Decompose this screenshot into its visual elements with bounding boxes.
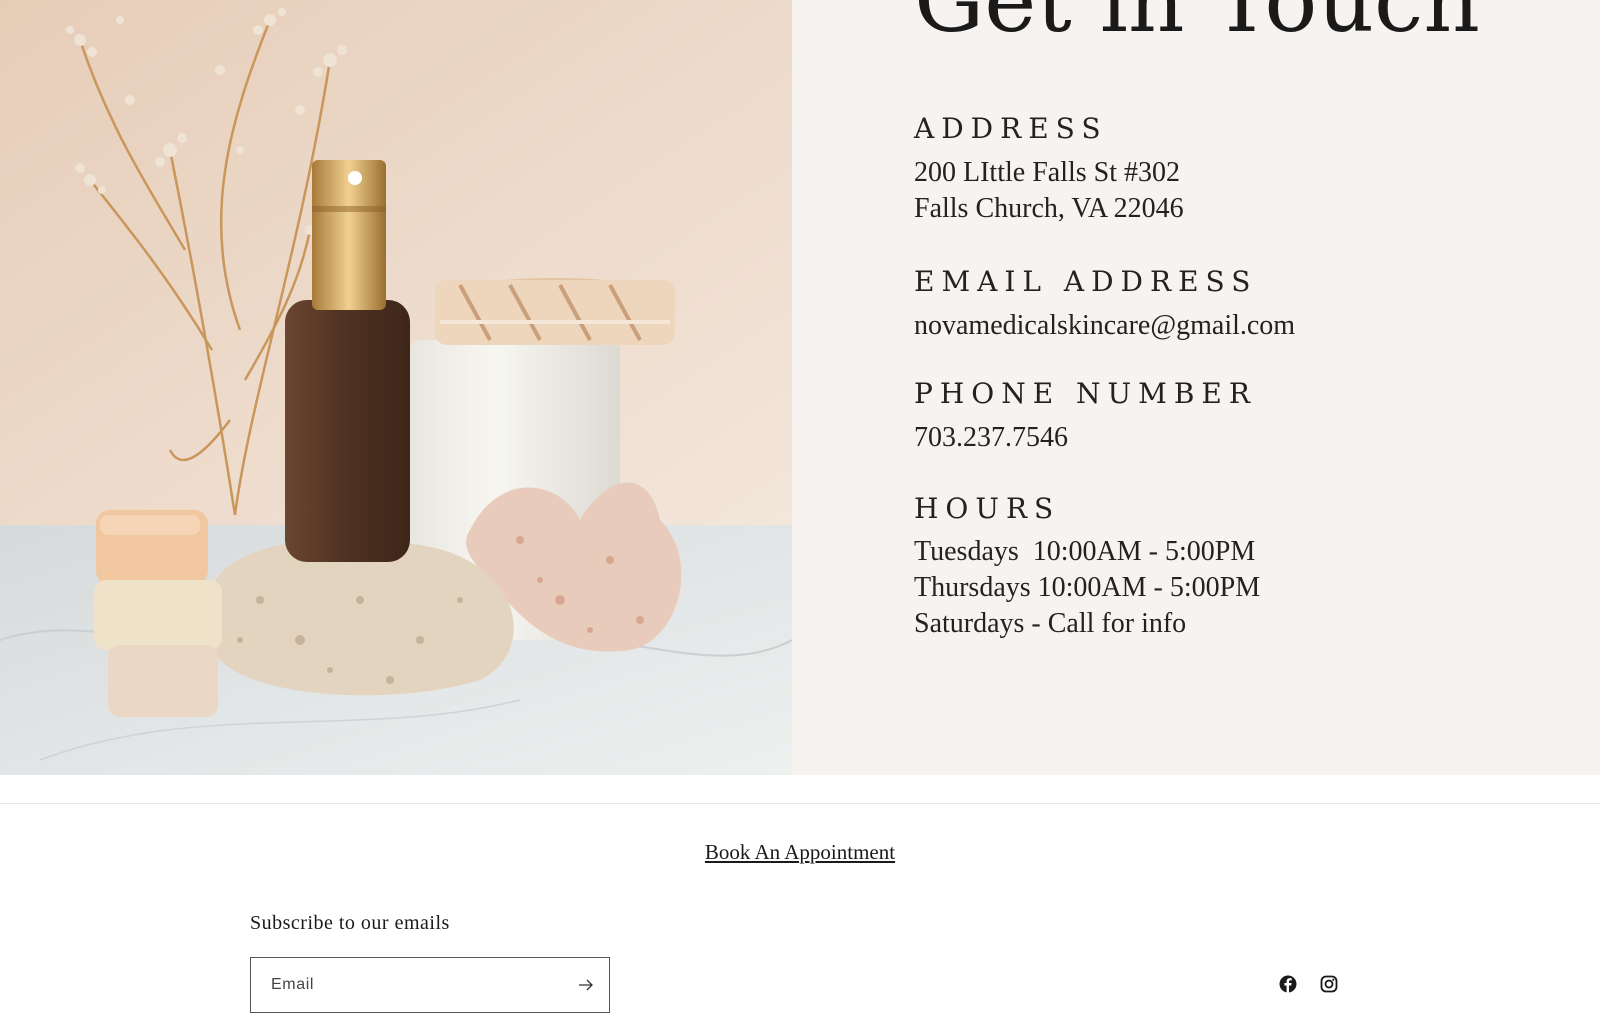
facebook-link[interactable] [1278, 974, 1298, 994]
contact-info-panel: Get in Touch ADDRESS 200 LIttle Falls St… [792, 0, 1600, 775]
contact-hero: Get in Touch ADDRESS 200 LIttle Falls St… [0, 0, 1600, 775]
book-appointment-container: Book An Appointment [0, 840, 1600, 865]
instagram-icon [1320, 975, 1338, 993]
email-value: novamedicalskincare@gmail.com [914, 310, 1296, 341]
book-appointment-link[interactable]: Book An Appointment [705, 840, 895, 864]
arrow-right-icon [579, 979, 593, 991]
email-input[interactable] [251, 958, 571, 1012]
subscribe-title: Subscribe to our emails [250, 912, 450, 934]
facebook-icon [1279, 975, 1297, 993]
hours-tuesday: Tuesdays 10:00AM - 5:00PM [914, 536, 1256, 567]
phone-label: PHONE NUMBER [914, 377, 1257, 410]
site-footer: Book An Appointment Subscribe to our ema… [0, 803, 1600, 1013]
phone-value: 703.237.7546 [914, 422, 1068, 453]
page-title: Get in Touch [914, 0, 1480, 52]
email-label: EMAIL ADDRESS [914, 265, 1258, 298]
address-line-1: 200 LIttle Falls St #302 [914, 157, 1180, 188]
hours-saturday: Saturdays - Call for info [914, 608, 1187, 639]
hours-label: HOURS [914, 492, 1061, 525]
subscribe-submit-button[interactable] [571, 970, 601, 1000]
address-label: ADDRESS [914, 112, 1108, 145]
newsletter-form [250, 957, 610, 1013]
hours-thursday: Thursdays 10:00AM - 5:00PM [914, 572, 1261, 603]
instagram-link[interactable] [1319, 974, 1339, 994]
address-line-2: Falls Church, VA 22046 [914, 193, 1184, 224]
product-photo [0, 0, 792, 775]
